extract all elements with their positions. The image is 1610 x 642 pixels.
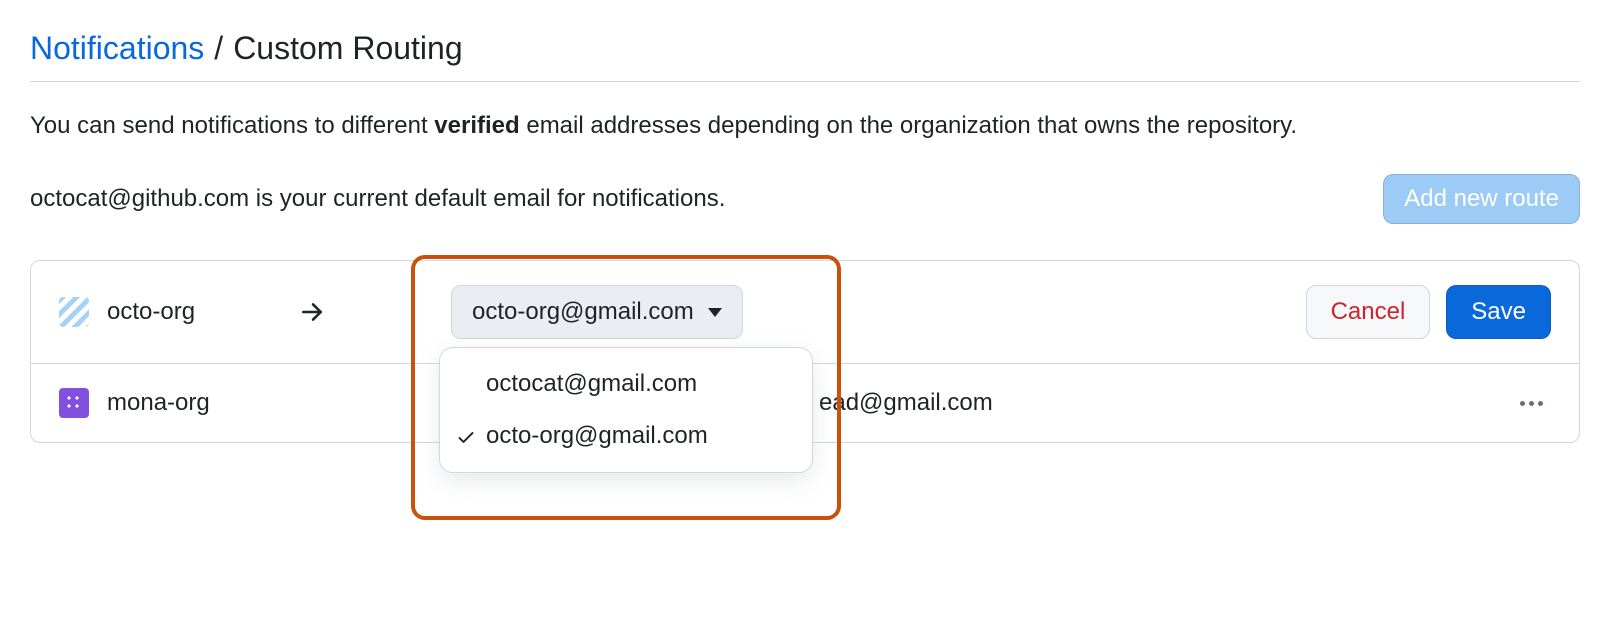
add-route-button[interactable]: Add new route (1383, 174, 1580, 224)
dropdown-option-octo-org[interactable]: octo-org@gmail.com (440, 410, 812, 462)
org-cell: octo-org (59, 297, 299, 327)
routes-table: octo-org octo-org@gmail.com Cancel Save … (30, 260, 1580, 443)
cancel-button[interactable]: Cancel (1306, 285, 1431, 339)
email-dropdown-menu: octocat@gmail.com octo-org@gmail.com (439, 347, 813, 473)
header-divider (30, 81, 1580, 82)
route-row-octo-org: octo-org octo-org@gmail.com Cancel Save … (31, 261, 1579, 364)
email-value: ead@gmail.com (819, 389, 993, 417)
chevron-down-icon (708, 308, 722, 317)
org-avatar-icon (59, 297, 89, 327)
breadcrumb-separator: / (214, 30, 223, 67)
description-text: You can send notifications to different … (30, 108, 1580, 144)
description-suffix: email addresses depending on the organiz… (520, 112, 1297, 139)
arrow-icon (299, 299, 439, 325)
kebab-menu-icon[interactable] (1512, 393, 1551, 414)
email-select-value: octo-org@gmail.com (472, 298, 694, 326)
page-header: Notifications / Custom Routing (30, 30, 1580, 67)
breadcrumb-current: Custom Routing (233, 30, 462, 67)
email-select-dropdown[interactable]: octo-org@gmail.com (451, 285, 743, 339)
default-email-row: octocat@github.com is your current defau… (30, 174, 1580, 224)
dropdown-option-label: octo-org@gmail.com (486, 422, 708, 450)
check-icon (456, 426, 476, 446)
dropdown-option-label: octocat@gmail.com (486, 370, 697, 398)
email-cell: octo-org@gmail.com (439, 285, 1306, 339)
dropdown-option-octocat[interactable]: octocat@gmail.com (440, 358, 812, 410)
default-email-text: octocat@github.com is your current defau… (30, 185, 725, 213)
org-cell: mona-org (59, 388, 299, 418)
row-actions (1512, 393, 1551, 414)
org-avatar-icon (59, 388, 89, 418)
breadcrumb: Notifications / Custom Routing (30, 30, 1580, 67)
org-name-label: octo-org (107, 298, 195, 326)
description-prefix: You can send notifications to different (30, 112, 434, 139)
description-strong: verified (434, 112, 519, 139)
row-actions: Cancel Save (1306, 285, 1551, 339)
org-name-label: mona-org (107, 389, 210, 417)
save-button[interactable]: Save (1446, 285, 1551, 339)
breadcrumb-link-notifications[interactable]: Notifications (30, 30, 204, 67)
